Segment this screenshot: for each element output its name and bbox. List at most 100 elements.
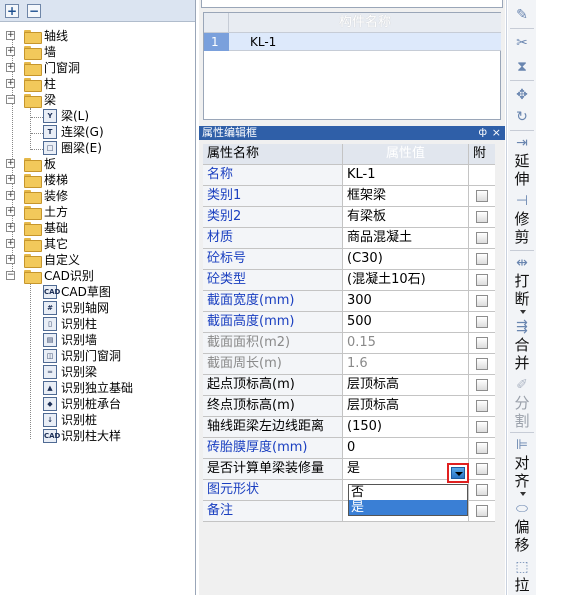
rotate-icon[interactable]: ↻ xyxy=(512,108,532,126)
property-row[interactable]: 砖胎膜厚度(mm) 0 xyxy=(203,438,495,459)
tree-item-link-beam[interactable]: T 连梁(G) xyxy=(43,124,183,140)
tree-item-stairs[interactable]: + 楼梯 xyxy=(6,172,186,188)
attach-checkbox[interactable] xyxy=(476,484,488,496)
tree-item-recognize-opening[interactable]: ◫ 识别门窗洞 xyxy=(43,348,193,364)
split-icon[interactable]: ✐ xyxy=(512,376,532,394)
expand-toggle[interactable]: + xyxy=(6,255,15,264)
property-value-cell[interactable]: (150) xyxy=(343,417,469,437)
property-value-cell[interactable]: (混凝土10石) xyxy=(343,270,469,290)
tree-item-recognize-beam[interactable]: ═ 识别梁 xyxy=(43,364,193,380)
property-row[interactable]: 轴线距梁左边线距离 (150) xyxy=(203,417,495,438)
caret-down-icon[interactable] xyxy=(520,310,526,314)
property-row[interactable]: 名称 KL-1 xyxy=(203,165,495,186)
stretch-button[interactable]: 拉 xyxy=(511,576,533,594)
tree-item-slab[interactable]: + 板 xyxy=(6,156,186,172)
property-value-cell[interactable]: KL-1 xyxy=(343,165,469,185)
component-name-cell[interactable]: KL-1 xyxy=(250,33,276,51)
attach-checkbox[interactable] xyxy=(476,337,488,349)
property-value-cell[interactable]: 300 xyxy=(343,291,469,311)
attach-checkbox[interactable] xyxy=(476,190,488,202)
dropdown-option-yes[interactable]: 是 xyxy=(349,500,467,515)
extend-button[interactable]: 延伸 xyxy=(511,152,533,188)
collapse-toggle[interactable]: − xyxy=(6,95,15,104)
property-value-cell[interactable]: (C30) xyxy=(343,249,469,269)
tree-item-ring-beam[interactable]: □ 圈梁(E) xyxy=(43,140,183,156)
property-value-cell[interactable]: 0 xyxy=(343,438,469,458)
property-row[interactable]: 类别2 有梁板 xyxy=(203,207,495,228)
table-row[interactable]: 1 KL-1 xyxy=(204,33,501,51)
expand-toggle[interactable]: + xyxy=(6,159,15,168)
tree-item-recognize-grid[interactable]: # 识别轴网 xyxy=(43,300,193,316)
property-value-cell[interactable]: 500 xyxy=(343,312,469,332)
tree-item-earthwork[interactable]: + 土方 xyxy=(6,204,186,220)
expand-toggle[interactable]: + xyxy=(6,239,15,248)
expand-toggle[interactable]: + xyxy=(6,223,15,232)
break-icon[interactable]: ⇹ xyxy=(512,254,532,272)
align-icon[interactable]: ⊫ xyxy=(512,436,532,454)
trim-button[interactable]: 修剪 xyxy=(511,210,533,246)
property-value-cell[interactable]: 层顶标高 xyxy=(343,396,469,416)
attach-checkbox[interactable] xyxy=(476,421,488,433)
expand-toggle[interactable]: + xyxy=(6,63,15,72)
tree-item-column[interactable]: + 柱 xyxy=(6,76,186,92)
tree-item-axis[interactable]: + 轴线 xyxy=(6,28,186,44)
expand-toggle[interactable]: + xyxy=(6,47,15,56)
tree-item-beam-l[interactable]: Y 梁(L) xyxy=(43,108,183,124)
collapse-toggle[interactable]: − xyxy=(6,271,15,280)
property-row[interactable]: 终点顶标高(m) 层顶标高 xyxy=(203,396,495,417)
property-row[interactable]: 砼类型 (混凝土10石) xyxy=(203,270,495,291)
tree-item-cad-sketch[interactable]: CAD CAD草图 xyxy=(43,284,193,300)
tree-item-openings[interactable]: + 门窗洞 xyxy=(6,60,186,76)
property-row[interactable]: 类别1 框架梁 xyxy=(203,186,495,207)
split-button[interactable]: 分割 xyxy=(511,394,533,430)
tree-item-recognize-wall[interactable]: ▤ 识别墙 xyxy=(43,332,193,348)
expand-toggle[interactable]: + xyxy=(6,175,15,184)
property-row[interactable]: 截面面积(m2) 0.15 xyxy=(203,333,495,354)
offset-icon[interactable]: ⬭ xyxy=(512,500,532,518)
expand-all-button[interactable]: + xyxy=(5,4,19,18)
property-value-cell[interactable]: 框架梁 xyxy=(343,186,469,206)
dropdown-option-no[interactable]: 否 xyxy=(349,485,467,500)
attach-checkbox[interactable] xyxy=(476,295,488,307)
tree-item-custom[interactable]: + 自定义 xyxy=(6,252,186,268)
property-row[interactable]: 截面宽度(mm) 300 xyxy=(203,291,495,312)
property-value-cell[interactable]: 层顶标高 xyxy=(343,375,469,395)
dropdown-button[interactable] xyxy=(447,463,469,483)
expand-toggle[interactable]: + xyxy=(6,31,15,40)
tree-item-cad-recognition[interactable]: − CAD识别 xyxy=(6,268,186,284)
scissors-icon[interactable]: ✂ xyxy=(512,34,532,52)
property-row[interactable]: 材质 商品混凝土 xyxy=(203,228,495,249)
property-value-cell[interactable]: 1.6 xyxy=(343,354,469,374)
attach-checkbox[interactable] xyxy=(476,379,488,391)
tree-item-recognize-column-detail[interactable]: CAD 识别柱大样 xyxy=(43,428,193,444)
attach-checkbox[interactable] xyxy=(476,505,488,517)
property-value-cell[interactable]: 商品混凝土 xyxy=(343,228,469,248)
align-button[interactable]: 对齐 xyxy=(511,454,533,490)
mirror-icon[interactable]: ⧗ xyxy=(512,58,532,76)
tree-item-recognize-column[interactable]: ▯ 识别柱 xyxy=(43,316,193,332)
expand-toggle[interactable]: + xyxy=(6,191,15,200)
property-row[interactable]: 截面周长(m) 1.6 xyxy=(203,354,495,375)
break-button[interactable]: 打断 xyxy=(511,272,533,308)
attach-checkbox[interactable] xyxy=(476,442,488,454)
caret-down-icon[interactable] xyxy=(520,492,526,496)
tree-item-finishing[interactable]: + 装修 xyxy=(6,188,186,204)
pin-icon[interactable]: ф xyxy=(478,126,487,140)
tree-item-foundation[interactable]: + 基础 xyxy=(6,220,186,236)
extend-icon[interactable]: ⇥ xyxy=(512,134,532,152)
tree-item-beam[interactable]: − 梁 xyxy=(6,92,186,108)
expand-toggle[interactable]: + xyxy=(6,79,15,88)
attach-checkbox[interactable] xyxy=(476,211,488,223)
merge-icon[interactable]: ⇶ xyxy=(512,318,532,336)
property-value-cell[interactable]: 0.15 xyxy=(343,333,469,353)
attach-checkbox[interactable] xyxy=(476,463,488,475)
search-field[interactable] xyxy=(201,0,503,8)
offset-button[interactable]: 偏移 xyxy=(511,518,533,554)
property-row[interactable]: 截面高度(mm) 500 xyxy=(203,312,495,333)
tree-item-other[interactable]: + 其它 xyxy=(6,236,186,252)
collapse-all-button[interactable]: − xyxy=(27,4,41,18)
tree-item-recognize-pilecap[interactable]: ◆ 识别桩承台 xyxy=(43,396,193,412)
attach-checkbox[interactable] xyxy=(476,316,488,328)
attach-checkbox[interactable] xyxy=(476,358,488,370)
trim-icon[interactable]: ⊣ xyxy=(512,192,532,210)
